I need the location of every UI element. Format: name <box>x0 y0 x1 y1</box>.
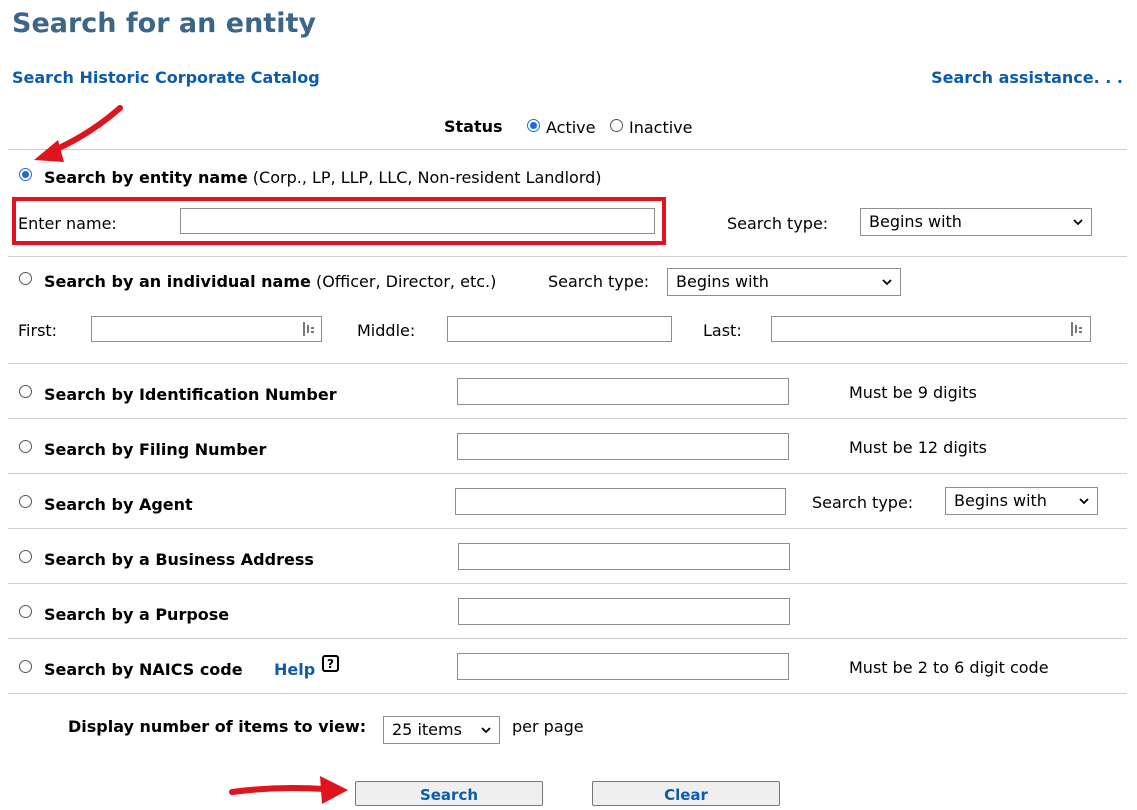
filing-number-radio[interactable] <box>19 440 32 453</box>
business-address-heading: Search by a Business Address <box>44 550 314 569</box>
entity-name-note: (Corp., LP, LLP, LLC, Non-resident Landl… <box>252 168 602 187</box>
divider <box>8 256 1127 257</box>
individual-name-note: (Officer, Director, etc.) <box>315 272 497 291</box>
naics-radio[interactable] <box>19 660 32 673</box>
entity-name-heading: Search by entity name <box>44 168 248 187</box>
chevron-down-icon <box>481 727 491 734</box>
first-name-label: First: <box>18 321 58 340</box>
chevron-down-icon <box>882 279 892 286</box>
individual-name-heading-row: Search by an individual name (Officer, D… <box>44 272 496 291</box>
purpose-radio[interactable] <box>19 605 32 618</box>
purpose-input[interactable] <box>458 598 790 625</box>
agent-search-type-select[interactable]: Begins with <box>945 487 1098 515</box>
divider <box>8 363 1127 364</box>
divider <box>8 638 1127 639</box>
business-address-radio[interactable] <box>19 550 32 563</box>
id-number-heading: Search by Identification Number <box>44 385 337 404</box>
annotation-arrow-icon <box>229 776 348 804</box>
paging-label: Display number of items to view: <box>68 717 367 736</box>
first-name-input[interactable] <box>91 316 322 342</box>
filing-number-hint: Must be 12 digits <box>849 438 987 457</box>
naics-input[interactable] <box>457 653 789 680</box>
chevron-down-icon <box>1073 219 1083 226</box>
search-assistance-link[interactable]: Search assistance. . . <box>931 68 1123 87</box>
entity-search-type-select[interactable]: Begins with <box>860 208 1092 236</box>
autofill-key-icon[interactable] <box>302 321 316 337</box>
business-address-input[interactable] <box>458 543 790 570</box>
id-number-input[interactable] <box>457 378 789 405</box>
autofill-key-icon[interactable] <box>1070 321 1084 337</box>
agent-search-type-value: Begins with <box>954 491 1047 510</box>
entity-search-type-value: Begins with <box>869 212 962 231</box>
entity-name-input[interactable] <box>180 208 655 234</box>
clear-button[interactable]: Clear <box>592 781 780 806</box>
last-name-label: Last: <box>703 321 742 340</box>
agent-input[interactable] <box>455 488 786 515</box>
page-title: Search for an entity <box>12 8 316 39</box>
divider <box>8 418 1127 419</box>
agent-radio[interactable] <box>19 495 32 508</box>
agent-heading: Search by Agent <box>44 495 193 514</box>
divider <box>8 473 1127 474</box>
items-per-page-select[interactable]: 25 items <box>383 716 500 744</box>
status-inactive-radio[interactable] <box>610 119 623 132</box>
status-label: Status <box>444 117 503 136</box>
help-icon[interactable]: ? <box>322 655 339 672</box>
agent-search-type-label: Search type: <box>812 493 914 512</box>
divider <box>8 528 1127 529</box>
individual-search-type-value: Begins with <box>676 272 769 291</box>
entity-search-type-label: Search type: <box>727 214 829 233</box>
items-per-page-value: 25 items <box>392 720 462 739</box>
historic-catalog-link[interactable]: Search Historic Corporate Catalog <box>12 68 320 87</box>
status-active-radio[interactable] <box>527 119 540 132</box>
annotation-arrow-icon <box>34 105 123 162</box>
chevron-down-icon <box>1079 498 1089 505</box>
individual-search-type-label: Search type: <box>548 272 650 291</box>
entity-name-radio[interactable] <box>19 168 32 181</box>
naics-hint: Must be 2 to 6 digit code <box>849 658 1049 677</box>
status-active-label: Active <box>546 118 596 137</box>
purpose-heading: Search by a Purpose <box>44 605 230 624</box>
search-button[interactable]: Search <box>355 781 543 806</box>
naics-heading: Search by NAICS code <box>44 660 243 679</box>
divider <box>8 693 1127 694</box>
individual-search-type-select[interactable]: Begins with <box>667 268 901 296</box>
filing-number-input[interactable] <box>457 433 789 460</box>
per-page-label: per page <box>512 717 584 736</box>
naics-help-link[interactable]: Help <box>274 660 315 679</box>
divider <box>8 583 1127 584</box>
id-number-hint: Must be 9 digits <box>849 383 977 402</box>
filing-number-heading: Search by Filing Number <box>44 440 267 459</box>
id-number-radio[interactable] <box>19 385 32 398</box>
middle-name-input[interactable] <box>447 316 672 342</box>
status-inactive-label: Inactive <box>629 118 693 137</box>
individual-name-heading: Search by an individual name <box>44 272 311 291</box>
enter-name-label: Enter name: <box>18 214 117 233</box>
entity-name-heading-row: Search by entity name (Corp., LP, LLP, L… <box>44 168 602 187</box>
last-name-input[interactable] <box>771 316 1091 342</box>
individual-name-radio[interactable] <box>19 272 32 285</box>
middle-name-label: Middle: <box>357 321 416 340</box>
divider <box>8 149 1127 150</box>
